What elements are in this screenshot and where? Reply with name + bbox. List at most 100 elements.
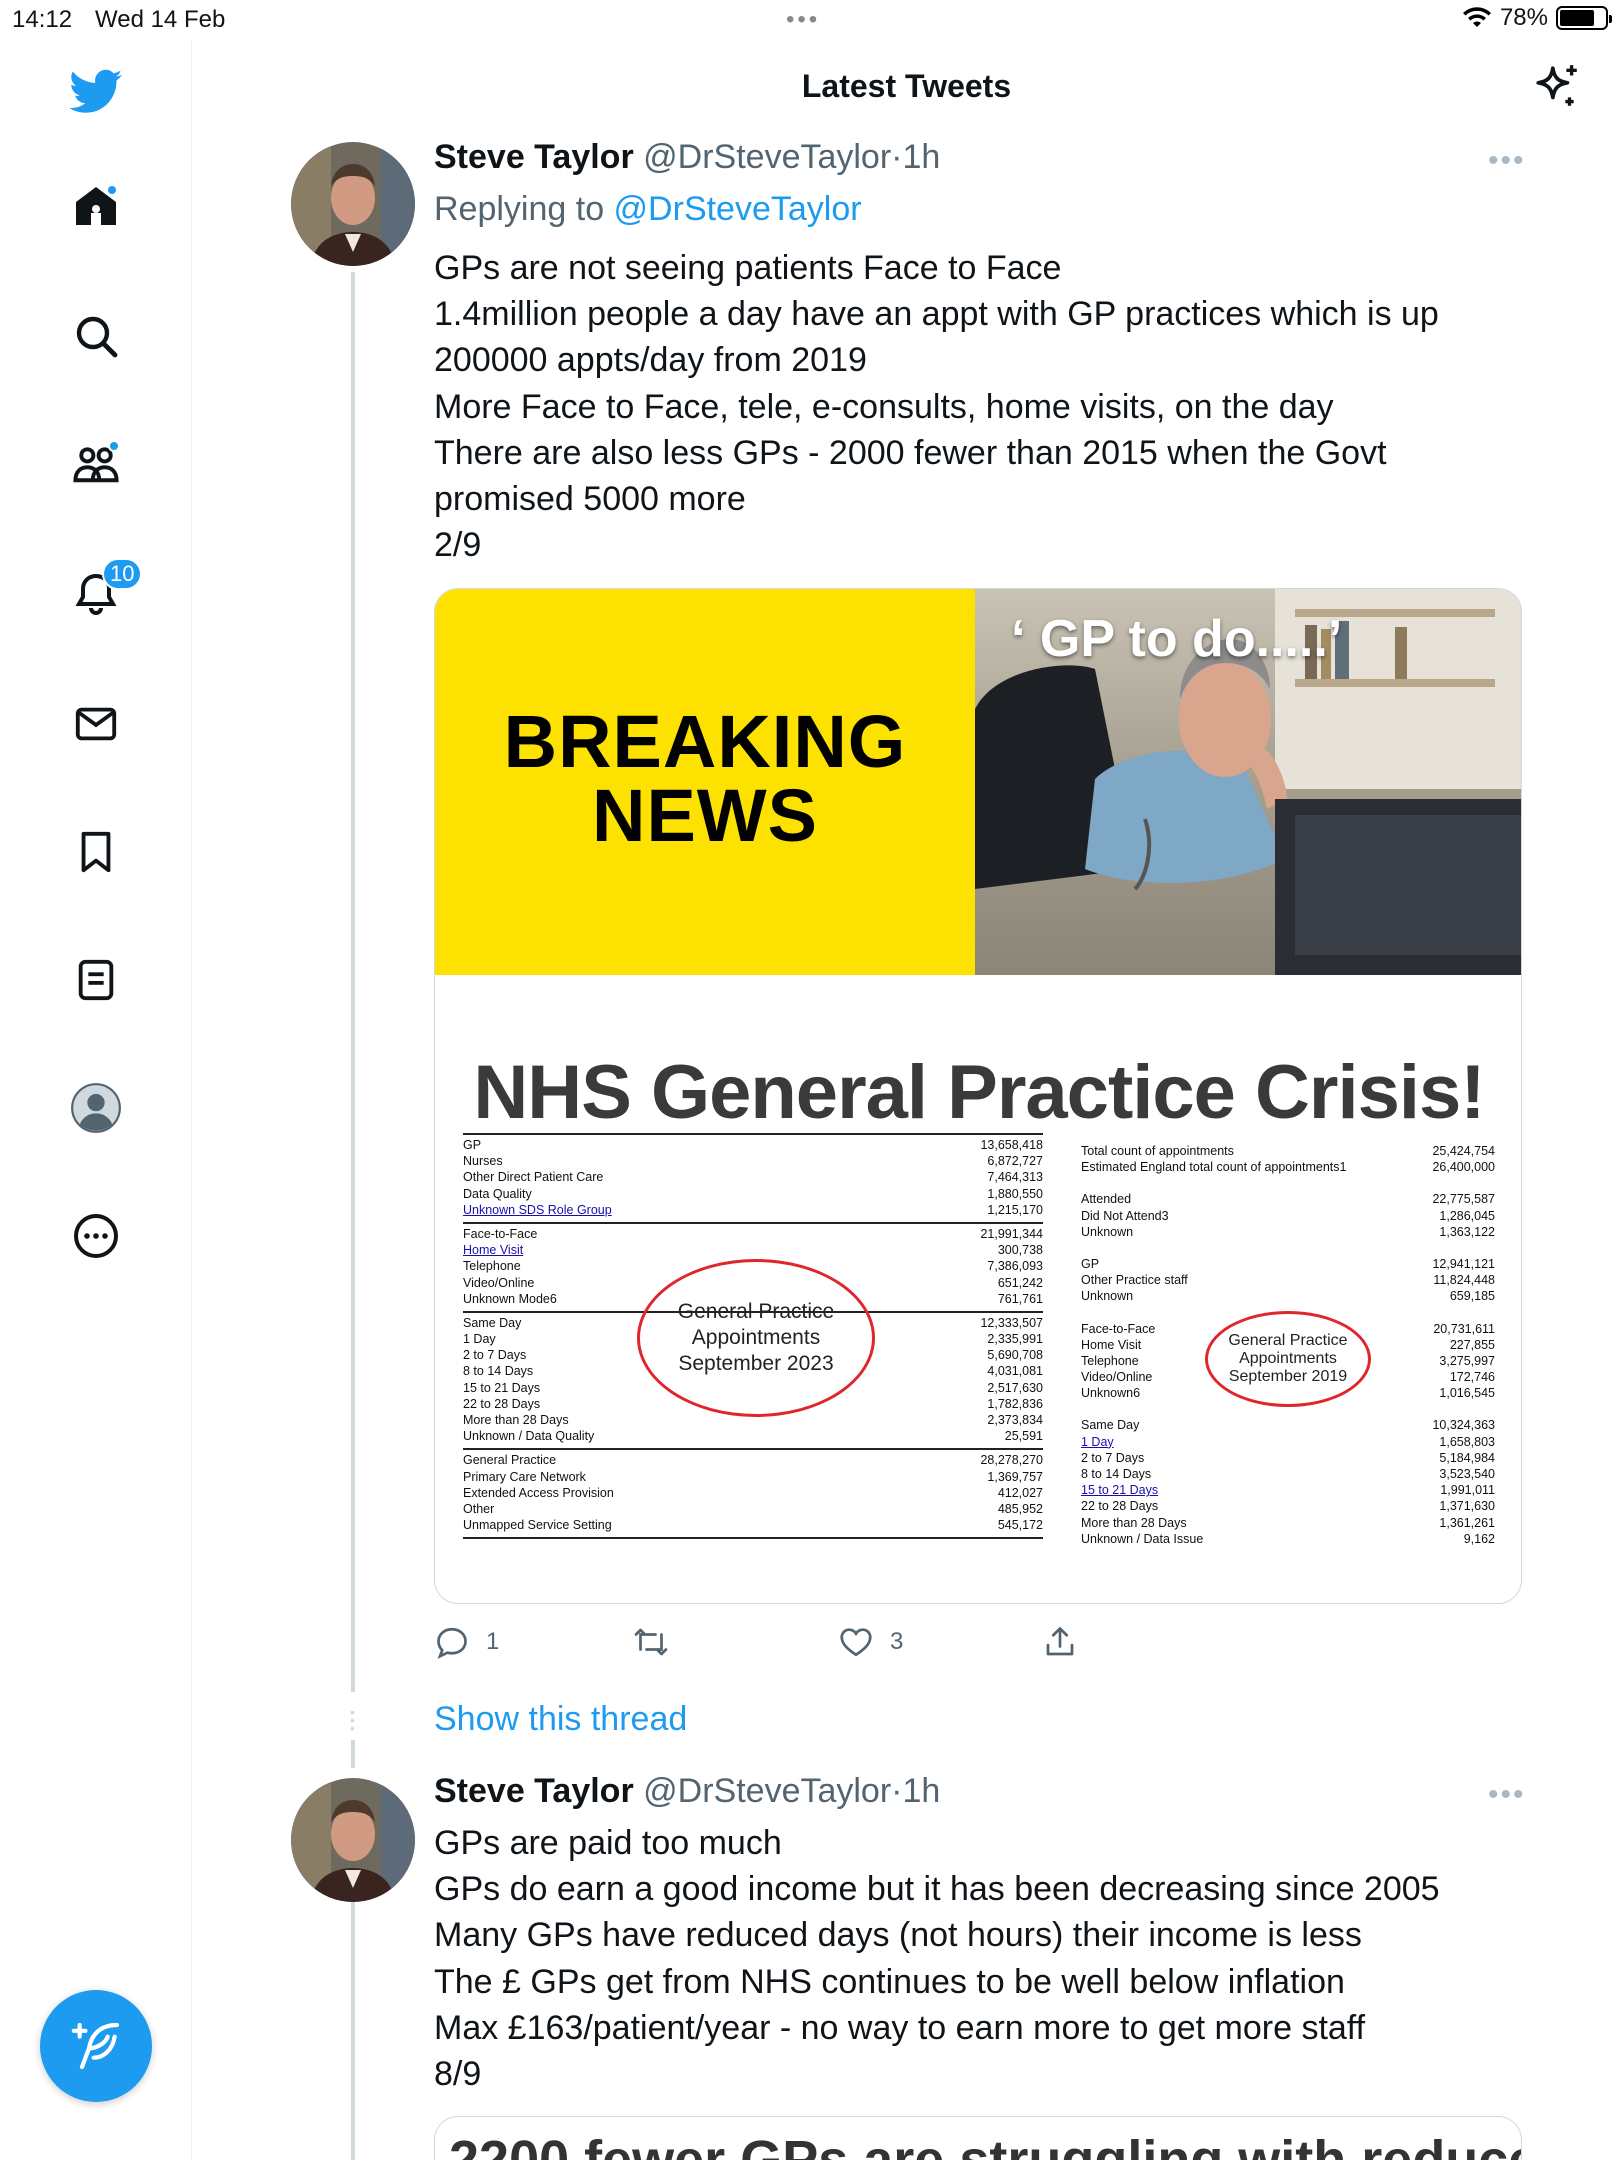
table-value: 1,215,170 (987, 1202, 1043, 1217)
table-value: 1,369,757 (987, 1469, 1043, 1484)
sidebar-item-more[interactable] (66, 1206, 126, 1266)
table-label: 8 to 14 Days (1081, 1467, 1152, 1481)
tweet-line: 200000 appts/day from 2019 (434, 341, 867, 380)
table-row: More than 28 Days 1,361,261 (1081, 1515, 1495, 1531)
sidebar-item-messages[interactable] (66, 694, 126, 754)
tweet-time[interactable]: 1h (903, 138, 941, 176)
sidebar-item-explore[interactable] (66, 306, 126, 366)
tweet-text: GPs are not seeing patients Face to Face… (434, 245, 1514, 568)
table-value: 10,324,363 (1432, 1418, 1495, 1433)
table-row: Attended 22,775,587 (1081, 1191, 1495, 1207)
table-row: Unknown 659,185 (1081, 1288, 1495, 1304)
battery-fill (1560, 10, 1595, 26)
reply-button[interactable]: 1 (434, 1624, 499, 1660)
table-row: Nurses 6,872,727 (463, 1153, 1043, 1169)
table-group: GP 13,658,418 Nurses 6,872,727 Other Direct … (463, 1133, 1043, 1222)
table-value: 25,591 (1004, 1429, 1043, 1444)
tweet-media-2[interactable]: 2200 fewer GPs are struggling with reduc… (434, 2116, 1522, 2160)
oval-line: General Practice (1228, 1332, 1348, 1349)
tweet-text: GPs are paid too much GPs do earn a good… (434, 1820, 1514, 2097)
table-label: 22 to 28 Days (1081, 1499, 1159, 1514)
tweet-line: More Face to Face, tele, e-consults, hom… (434, 387, 1334, 426)
list-icon (78, 959, 114, 1001)
sparkle-icon[interactable] (1532, 62, 1582, 117)
table-row: Home Visit 300,738 (463, 1242, 1043, 1258)
table-value: 659,185 (1449, 1289, 1495, 1304)
table-label: 22 to 28 Days (463, 1396, 541, 1411)
tweet-more-icon[interactable]: ••• (1488, 1778, 1526, 1812)
oval-line: Appointments (691, 1326, 821, 1349)
show-thread-link[interactable]: Show this thread (434, 1700, 687, 1739)
table-value: 172,746 (1449, 1370, 1495, 1385)
thread-line-lower (351, 1740, 355, 1768)
sidebar-item-home[interactable] (66, 176, 126, 236)
table-label: Data Quality (463, 1186, 532, 1201)
table-value: 26,400,000 (1432, 1160, 1495, 1175)
table-label: 2 to 7 Days (463, 1348, 527, 1363)
sidebar-item-notifications[interactable]: 10 (66, 558, 143, 624)
table-row: GP 12,941,121 (1081, 1256, 1495, 1272)
table-row: 1 Day 1,658,803 (1081, 1434, 1495, 1450)
gp-todo-caption: ‘ GP to do.....’ (1011, 610, 1343, 668)
table-label: Other Direct Patient Care (463, 1170, 604, 1185)
table-value: 2,335,991 (987, 1332, 1043, 1347)
battery-percent: 78% (1499, 4, 1548, 31)
tweet-actions: 1 3 (434, 1624, 1534, 1664)
table-label: Nurses (463, 1154, 503, 1169)
share-button[interactable] (1042, 1624, 1078, 1660)
tweet-separator: · (891, 138, 903, 176)
table-label: GP (463, 1138, 482, 1152)
page-title: Latest Tweets (801, 68, 1012, 104)
multitask-dots-icon[interactable]: ••• (786, 6, 820, 34)
replying-to-handle[interactable]: @DrSteveTaylor (614, 190, 862, 228)
table-value: 21,991,344 (980, 1226, 1043, 1241)
tweet-author-handle[interactable]: @DrSteveTaylor (643, 138, 891, 176)
tweet-more-icon[interactable]: ••• (1488, 144, 1526, 178)
table-value: 1,363,122 (1439, 1224, 1495, 1239)
table-label[interactable]: 1 Day (1081, 1434, 1114, 1450)
sidebar-item-profile[interactable] (66, 1078, 126, 1138)
table-label: Estimated England total count of appoint… (1081, 1160, 1347, 1175)
tweet-time[interactable]: 1h (903, 1772, 941, 1810)
share-icon (1046, 1627, 1074, 1656)
table-label[interactable]: 15 to 21 Days (1081, 1482, 1158, 1498)
oval-2019: General Practice Appointments September … (1205, 1311, 1371, 1407)
table-value: 6,872,727 (987, 1154, 1043, 1169)
tweet-author-name[interactable]: Steve Taylor (434, 138, 634, 176)
twitter-logo-icon[interactable] (66, 62, 126, 122)
table-row: Unknown / Data Issue 9,162 (1081, 1531, 1495, 1547)
compose-tweet-button[interactable] (40, 1990, 152, 2102)
table-row: Unknown / Data Quality 25,591 (463, 1428, 1043, 1444)
tweet-author-handle[interactable]: @DrSteveTaylor (643, 1772, 891, 1810)
sidebar-item-bookmarks[interactable] (66, 822, 126, 882)
sidebar-item-communities[interactable] (66, 434, 126, 494)
tweet-avatar[interactable] (291, 1778, 415, 1902)
table-value: 1,016,545 (1439, 1386, 1495, 1401)
table-label: Video/Online (463, 1275, 535, 1290)
tweet-author-name[interactable]: Steve Taylor (434, 1772, 634, 1810)
oval-line: General Practice (677, 1300, 835, 1323)
table-value: 1,658,803 (1439, 1434, 1495, 1449)
breaking-news-panel: BREAKING NEWS (435, 589, 975, 975)
breaking-news-text: BREAKING NEWS (435, 705, 975, 853)
tweet-media[interactable]: BREAKING NEWS ‘ GP to do.....’ NHS Gener… (434, 588, 1522, 1604)
tweet-avatar[interactable] (291, 142, 415, 266)
table-label: Unknown Mode6 (463, 1291, 557, 1306)
table-value: 651,242 (997, 1275, 1043, 1290)
profile-avatar-icon (71, 1083, 121, 1133)
tweet-line: GPs are paid too much (434, 1824, 782, 1862)
thread-dots: • • • (350, 1704, 355, 1736)
like-button[interactable]: 3 (838, 1624, 903, 1660)
table-label[interactable]: Home Visit (463, 1242, 523, 1258)
tweet-line: The £ GPs get from NHS continues to be w… (434, 1962, 1345, 2001)
replying-to-prefix: Replying to (434, 190, 614, 228)
table-value: 1,782,836 (987, 1396, 1043, 1411)
table-label[interactable]: Unknown SDS Role Group (463, 1202, 612, 1218)
retweet-button[interactable] (632, 1624, 686, 1660)
table-label: Same Day (1081, 1418, 1140, 1433)
media-2-title: 2200 fewer GPs are struggling with reduc… (449, 2130, 1522, 2160)
sidebar-item-lists[interactable] (66, 950, 126, 1010)
table-row: Total count of appointments 25,424,754 (1081, 1143, 1495, 1159)
table-row: 8 to 14 Days 3,523,540 (1081, 1466, 1495, 1482)
home-unread-dot (106, 184, 118, 196)
